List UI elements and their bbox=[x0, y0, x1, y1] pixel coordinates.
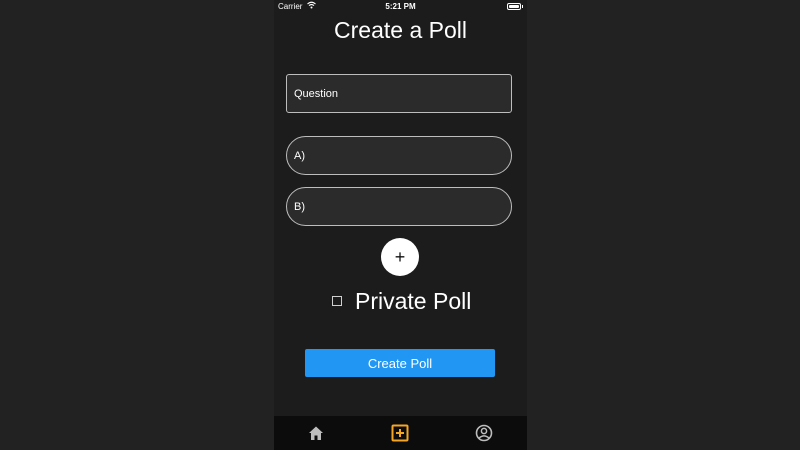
battery-tip bbox=[522, 5, 523, 8]
add-square-icon[interactable] bbox=[391, 424, 409, 442]
create-poll-button[interactable]: Create Poll bbox=[305, 349, 495, 377]
question-placeholder: Question bbox=[294, 87, 339, 100]
add-option-button[interactable]: + bbox=[381, 238, 419, 276]
question-input[interactable]: Question bbox=[286, 74, 512, 113]
account-circle-icon[interactable] bbox=[475, 424, 493, 442]
tab-bar bbox=[274, 416, 527, 450]
page-title: Create a Poll bbox=[334, 17, 467, 43]
create-poll-label: Create Poll bbox=[367, 355, 433, 371]
home-icon[interactable] bbox=[307, 424, 325, 442]
private-poll-label: Private Poll bbox=[355, 287, 472, 314]
private-poll-checkbox[interactable] bbox=[332, 296, 342, 306]
option-b-placeholder: B) bbox=[294, 200, 305, 213]
phone-screen: Carrier 5:21 PM Create a Poll Question A… bbox=[274, 0, 527, 450]
status-time: 5:21 PM bbox=[385, 2, 416, 11]
option-b-input[interactable]: B) bbox=[286, 187, 512, 226]
battery-icon bbox=[507, 3, 521, 10]
option-a-placeholder: A) bbox=[294, 149, 305, 162]
status-bar: Carrier 5:21 PM bbox=[274, 0, 527, 14]
plus-icon: + bbox=[394, 247, 406, 267]
option-a-input[interactable]: A) bbox=[286, 136, 512, 175]
private-poll-toggle[interactable]: Private Poll bbox=[332, 286, 471, 316]
